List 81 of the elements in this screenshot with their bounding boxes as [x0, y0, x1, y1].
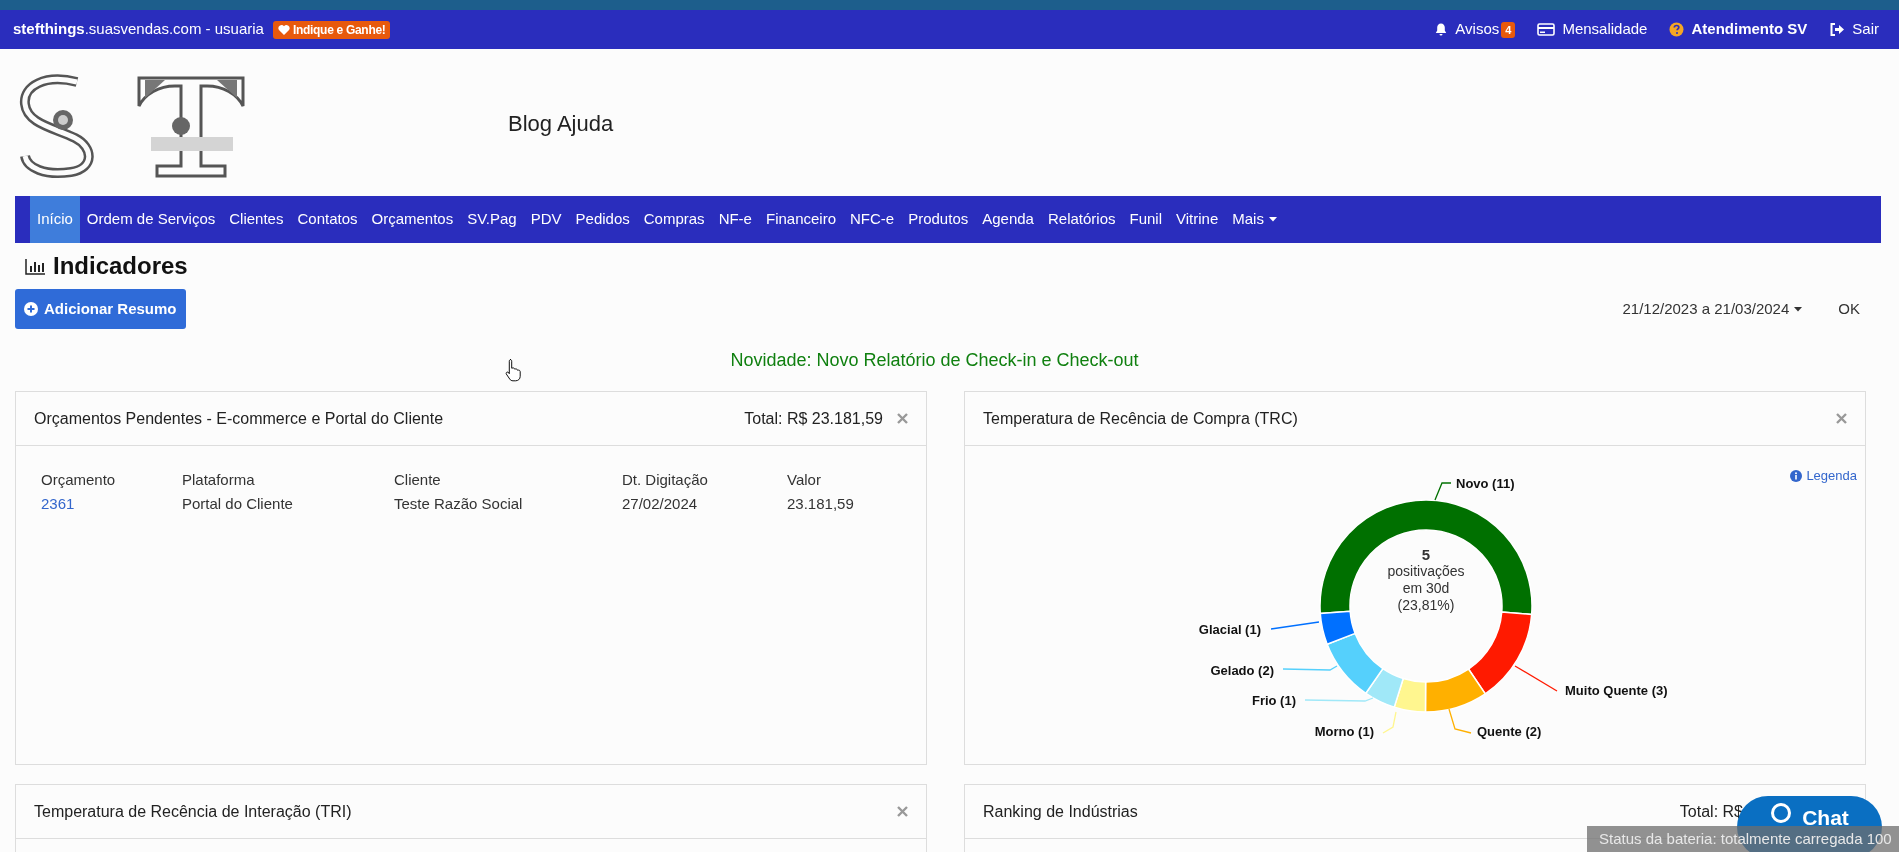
card-title: Temperatura de Recência de Interação (TRI)	[34, 801, 352, 822]
close-icon[interactable]	[897, 806, 908, 817]
nav-tab[interactable]: Orçamentos	[364, 196, 461, 243]
slice-label: Novo (11)	[1456, 476, 1515, 492]
leader-line	[1382, 711, 1397, 734]
caret-icon	[1268, 217, 1277, 222]
leader-line	[1282, 665, 1338, 671]
card-title: Temperatura de Recência de Compra (TRC)	[983, 408, 1298, 429]
page-title: Indicadores	[53, 251, 188, 281]
nav-tab[interactable]: Início	[30, 196, 80, 243]
nav-tab[interactable]: Compras	[636, 196, 712, 243]
add-summary-button[interactable]: Adicionar Resumo	[15, 289, 186, 329]
chat-bubble-icon	[1770, 802, 1793, 824]
slice-label: Morno (1)	[1314, 724, 1374, 740]
quote-link[interactable]: 2361	[41, 492, 182, 516]
plus-circle-icon	[24, 302, 38, 316]
nav-tab[interactable]: Agenda	[975, 196, 1041, 243]
nav-tab[interactable]: Contatos	[290, 196, 365, 243]
credit-card-icon	[1537, 22, 1556, 37]
table-cell-text: 27/02/2024	[622, 493, 699, 514]
slice-label: Quente (2)	[1477, 724, 1542, 740]
count-badge: 4	[1501, 21, 1516, 38]
leader-line	[1304, 697, 1374, 702]
heart-icon	[277, 23, 290, 36]
leader-line	[1514, 665, 1558, 692]
nav-tab[interactable]: NFC-e	[843, 196, 902, 243]
ok-button[interactable]: OK	[1838, 297, 1860, 321]
column-header: Valor	[787, 469, 822, 490]
close-icon[interactable]	[897, 413, 908, 424]
help-circle-icon	[1669, 22, 1685, 37]
battery-tooltip: Status da bateria: totalmente carregada 100	[1587, 826, 1899, 852]
legend-link[interactable]: Legenda	[1790, 466, 1857, 486]
topbar-link[interactable]: Mensalidade	[1537, 18, 1648, 41]
pointer-cursor-icon	[505, 358, 523, 382]
nav-tab[interactable]: Relatórios	[1040, 196, 1123, 243]
table-cell-text: Teste Razão Social	[394, 493, 524, 514]
close-icon[interactable]	[1836, 413, 1847, 424]
sign-out-icon	[1829, 22, 1846, 37]
nav-tab[interactable]: Mais	[1225, 196, 1284, 243]
topbar-link[interactable]: Avisos 4	[1434, 18, 1516, 41]
info-icon	[1790, 469, 1803, 482]
slice-label: Glacial (1)	[1198, 622, 1261, 638]
blog-link[interactable]: Blog Ajuda	[508, 107, 614, 140]
topbar-link[interactable]: Sair	[1829, 18, 1879, 41]
site-name: stefthings.suasvendas.com - usuaria	[13, 19, 264, 40]
nav-tab[interactable]: Vitrine	[1169, 196, 1226, 243]
center-label: 5	[1421, 546, 1431, 563]
nav-tab[interactable]: Produtos	[901, 196, 976, 243]
card-title: Ranking de Indústrias	[983, 801, 1138, 822]
nav-tab[interactable]: Financeiro	[758, 196, 843, 243]
table-cell-text: 23.181,59	[787, 493, 855, 514]
center-label: em 30d	[1402, 580, 1450, 597]
column-header: Cliente	[394, 469, 442, 490]
table-cell-text: Portal do Cliente	[182, 493, 294, 514]
bar-chart-icon	[25, 257, 46, 275]
leader-line	[1434, 482, 1452, 501]
center-label: positivações	[1387, 563, 1465, 580]
nav-tab[interactable]: SV.Pag	[460, 196, 524, 243]
slice-label: Gelado (2)	[1210, 663, 1274, 679]
card-total: Total: R$ 23.181,59	[744, 408, 883, 429]
promo-badge[interactable]: Indique e Ganhe!	[272, 20, 391, 39]
slice-label: Frio (1)	[1251, 693, 1296, 709]
card-title: Orçamentos Pendentes - E-commerce e Portal do Cliente	[34, 408, 444, 429]
nav-tab[interactable]: NF-e	[711, 196, 759, 243]
column-header: Dt. Digitação	[622, 469, 709, 490]
bell-icon	[1434, 22, 1449, 37]
nav-tab[interactable]: Ordem de Serviços	[79, 196, 223, 243]
leader-line	[1448, 708, 1472, 734]
topbar-link[interactable]: Atendimento SV	[1669, 18, 1808, 41]
caret-icon	[1794, 306, 1803, 312]
slice-label: Muito Quente (3)	[1565, 683, 1668, 699]
leader-line	[1270, 621, 1320, 630]
nav-tab[interactable]: Funil	[1122, 196, 1169, 243]
nav-tab[interactable]: Clientes	[222, 196, 291, 243]
date-range-dropdown[interactable]: 21/12/2023 a 21/03/2024	[1622, 297, 1803, 321]
news-link[interactable]: Novidade: Novo Relatório de Check-in e Check-out	[730, 346, 1139, 374]
column-header: Orçamento	[41, 469, 117, 490]
center-label: (23,81%)	[1397, 597, 1455, 614]
nav-tab[interactable]: PDV	[523, 196, 569, 243]
nav-tab[interactable]: Pedidos	[568, 196, 637, 243]
column-header: Plataforma	[182, 469, 256, 490]
